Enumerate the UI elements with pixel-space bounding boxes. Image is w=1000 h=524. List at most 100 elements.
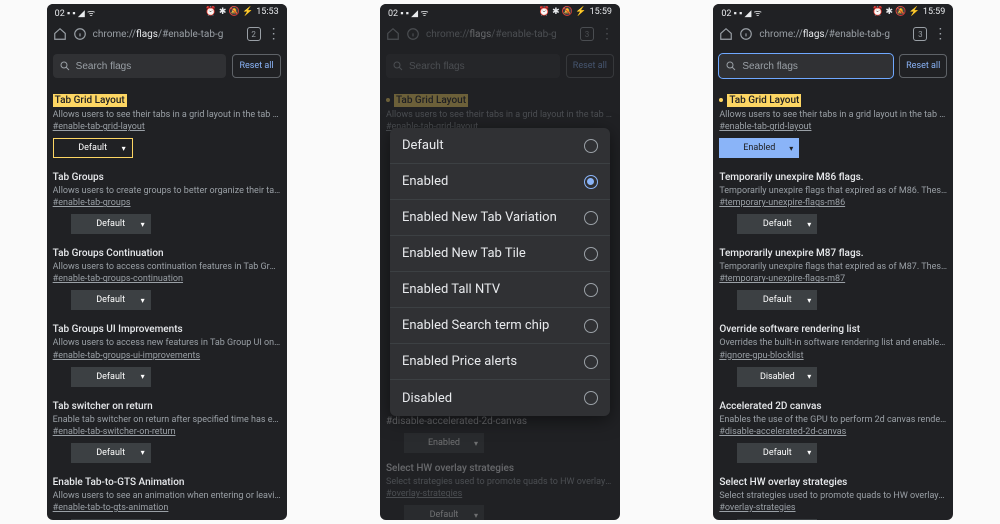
- flag-anchor[interactable]: #overlay-strategies: [719, 503, 947, 513]
- info-icon[interactable]: [739, 27, 753, 41]
- flag-anchor: #overlay-strategies: [386, 489, 614, 499]
- flag-title: Tab Groups UI Improvements: [53, 324, 281, 335]
- chevron-down-icon: ▾: [807, 372, 811, 381]
- flag-value-select[interactable]: Default▾: [737, 519, 817, 520]
- flag-description: Allows users to see their tabs in a grid…: [53, 109, 281, 121]
- flag-value-select[interactable]: Default▾: [71, 214, 151, 234]
- flag-title: Tab Grid Layout: [727, 94, 801, 107]
- tab-switcher-button[interactable]: 3: [913, 27, 927, 41]
- search-icon: [725, 60, 737, 72]
- flag-description: Allows users to see their tabs in a grid…: [719, 109, 947, 121]
- search-input-field[interactable]: [76, 61, 221, 72]
- search-row: Reset all: [47, 48, 287, 84]
- chevron-down-icon: ▾: [122, 144, 126, 153]
- flag-anchor[interactable]: #enable-tab-groups-ui-improvements: [53, 351, 281, 361]
- option-enabled-new-tab-tile[interactable]: Enabled New Tab Tile: [390, 236, 610, 272]
- screenshot-3: 02 ▪ ▪ ◢ ᯤ ⏰ ✱ 🔕 ⚡15:59 chrome://flags/#…: [713, 4, 953, 520]
- flag-value-select[interactable]: Default▾: [737, 443, 817, 463]
- flag-anchor[interactable]: #enable-tab-groups: [53, 198, 281, 208]
- info-icon[interactable]: [73, 27, 87, 41]
- option-enabled[interactable]: Enabled: [390, 164, 610, 200]
- flag-value-select[interactable]: Default▾: [71, 443, 151, 463]
- flag-accelerated-2d-canvas: Accelerated 2D canvas Enables the use of…: [719, 391, 947, 467]
- radio-icon: [584, 283, 598, 297]
- flag-anchor[interactable]: #enable-tab-groups-continuation: [53, 274, 281, 284]
- option-enabled-price-alerts[interactable]: Enabled Price alerts: [390, 344, 610, 380]
- flag-anchor[interactable]: #ignore-gpu-blocklist: [719, 351, 947, 361]
- option-enabled-search-term-chip[interactable]: Enabled Search term chip: [390, 308, 610, 344]
- flag-title: Select HW overlay strategies: [386, 463, 614, 474]
- flag-value-select: Default▾: [404, 505, 484, 520]
- flag-description: Temporarily unexpire flags that expired …: [719, 261, 947, 273]
- tab-switcher-button[interactable]: 2: [247, 27, 261, 41]
- overflow-menu-icon[interactable]: ⋮: [933, 27, 947, 41]
- status-left: 02 ▪ ▪ ◢ ᯤ: [388, 6, 429, 19]
- chevron-down-icon: ▾: [807, 296, 811, 305]
- search-flags-input[interactable]: [719, 54, 893, 78]
- screenshot-2: 02 ▪ ▪ ◢ ᯤ ⏰ ✱ 🔕 ⚡15:59 chrome://flags/#…: [380, 4, 620, 520]
- status-icons: ⏰ ✱ 🔕 ⚡: [539, 7, 587, 17]
- flag-anchor[interactable]: #enable-tab-grid-layout: [53, 122, 281, 132]
- url-bar[interactable]: chrome://flags/#enable-tab-g: [759, 29, 907, 40]
- chevron-down-icon: ▾: [141, 220, 145, 229]
- flag-anchor[interactable]: #temporary-unexpire-flags-m86: [719, 198, 947, 208]
- flag-tab-switcher-on-return: Tab switcher on return Enable tab switch…: [53, 391, 281, 467]
- chevron-down-icon: ▾: [807, 220, 811, 229]
- option-enabled-tall-ntv[interactable]: Enabled Tall NTV: [390, 272, 610, 308]
- flag-anchor[interactable]: #disable-accelerated-2d-canvas: [719, 427, 947, 437]
- flag-title: Select HW overlay strategies: [719, 477, 947, 488]
- flag-anchor[interactable]: #temporary-unexpire-flags-m87: [719, 274, 947, 284]
- search-input-field[interactable]: [742, 61, 887, 72]
- flag-value-select[interactable]: Default▾: [71, 519, 151, 520]
- radio-icon: [584, 139, 598, 153]
- flag-anchor[interactable]: #enable-tab-to-gts-animation: [53, 503, 281, 513]
- radio-icon: [584, 319, 598, 333]
- overflow-menu-icon[interactable]: ⋮: [267, 27, 281, 41]
- overflow-menu-icon: ⋮: [600, 27, 614, 41]
- flag-value-select[interactable]: Default▾: [71, 367, 151, 387]
- status-time: 15:53: [256, 7, 278, 17]
- flag-tab-groups-ui-improvements: Tab Groups UI Improvements Allows users …: [53, 314, 281, 390]
- status-time: 15:59: [923, 7, 945, 17]
- flag-title: Enable Tab-to-GTS Animation: [53, 477, 281, 488]
- status-left: 02 ▪ ▪ ◢ ᯤ: [55, 6, 96, 19]
- chevron-down-icon: ▾: [807, 448, 811, 457]
- reset-all-button[interactable]: Reset all: [232, 54, 280, 78]
- flag-value-select[interactable]: Disabled▾: [737, 367, 817, 387]
- flag-value-select[interactable]: Default▾: [53, 138, 133, 158]
- radio-icon: [584, 391, 598, 405]
- status-bar: 02 ▪ ▪ ◢ ᯤ ⏰ ✱ 🔕 ⚡15:59: [380, 4, 620, 20]
- flag-title: Accelerated 2D canvas: [719, 401, 947, 412]
- flag-tab-grid-layout: Tab Grid Layout Allows users to see thei…: [53, 84, 281, 162]
- search-flags-input[interactable]: [53, 54, 227, 78]
- flag-description: Enables the use of the GPU to perform 2d…: [719, 414, 947, 426]
- flag-anchor[interactable]: #enable-tab-grid-layout: [719, 122, 947, 132]
- flag-value-select[interactable]: Default▾: [737, 290, 817, 310]
- home-icon[interactable]: [53, 27, 67, 41]
- option-disabled[interactable]: Disabled: [390, 380, 610, 416]
- flag-title: Override software rendering list: [719, 324, 947, 335]
- flags-list: Tab Grid Layout Allows users to see thei…: [713, 84, 953, 520]
- flag-description: Overrides the built-in software renderin…: [719, 337, 947, 349]
- flag-hw-overlay: Select HW overlay strategies Select stra…: [386, 453, 614, 520]
- status-bar: 02 ▪ ▪ ◢ ᯤ ⏰ ✱ 🔕 ⚡15:53: [47, 4, 287, 20]
- search-row: Reset all: [713, 48, 953, 84]
- flag-value-select[interactable]: Enabled▾: [719, 138, 799, 158]
- flag-value-select[interactable]: Default▾: [71, 290, 151, 310]
- radio-icon: [584, 247, 598, 261]
- home-icon[interactable]: [719, 27, 733, 41]
- option-enabled-new-tab-variation[interactable]: Enabled New Tab Variation: [390, 200, 610, 236]
- url-bar[interactable]: chrome://flags/#enable-tab-g: [93, 29, 241, 40]
- flag-hw-overlay: Select HW overlay strategies Select stra…: [719, 467, 947, 520]
- flag-description: Allows users to see an animation when en…: [53, 490, 281, 502]
- flag-value-select[interactable]: Default▾: [737, 214, 817, 234]
- search-icon: [59, 60, 71, 72]
- flag-anchor[interactable]: #enable-tab-switcher-on-return: [53, 427, 281, 437]
- chevron-down-icon: ▾: [474, 511, 478, 520]
- reset-all-button[interactable]: Reset all: [899, 54, 947, 78]
- flag-m87: Temporarily unexpire M87 flags. Temporar…: [719, 238, 947, 314]
- flag-title: Tab Grid Layout: [394, 94, 468, 107]
- option-default[interactable]: Default: [390, 128, 610, 164]
- tab-switcher-button: 3: [580, 27, 594, 41]
- flag-description: Enable tab switcher on return after spec…: [53, 414, 281, 426]
